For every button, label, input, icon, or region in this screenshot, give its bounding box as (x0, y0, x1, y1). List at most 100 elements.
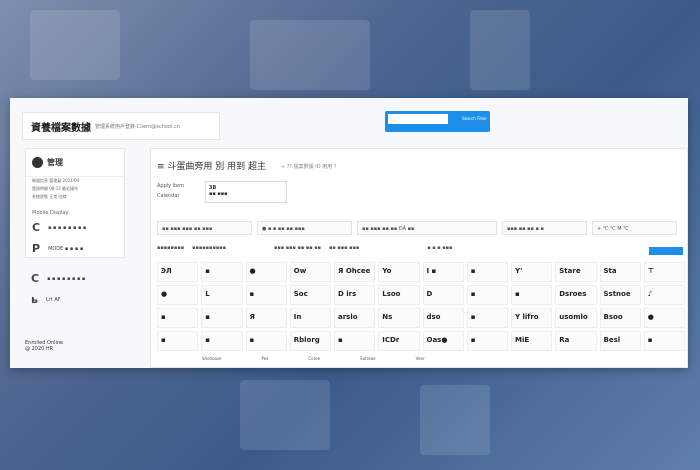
grid-cell[interactable]: ⊤ (643, 262, 685, 282)
grid-cell[interactable]: ● (157, 285, 199, 305)
background-tile (420, 385, 490, 455)
user-name: 管理 (47, 158, 63, 167)
grid-cell[interactable]: ICDr (378, 331, 420, 351)
footer-label[interactable]: Coroe (308, 356, 320, 361)
footer-label[interactable]: Sutreoe (360, 356, 376, 361)
grid-cell[interactable]: ▪ (245, 285, 287, 305)
page-subtitle: ≈ ?? 檔案數據 ID 用用 ? (281, 164, 337, 170)
grid-cell[interactable]: D irs (334, 285, 376, 305)
grid-cell[interactable]: ▪ (201, 308, 243, 328)
section-label: Mobile Display (32, 210, 69, 216)
grid-cell[interactable]: Y lifro (511, 308, 553, 328)
grid-cell[interactable]: ▪ (466, 308, 508, 328)
sidebar-item[interactable]: P MODE ▪ ▪ ▪ ▪ (26, 238, 124, 259)
search-input[interactable] (388, 114, 448, 124)
footer-label[interactable]: Shohoase (202, 356, 222, 361)
action-button[interactable] (649, 247, 683, 255)
grid-cell[interactable]: ▪ (201, 262, 243, 282)
info-card[interactable]: 3B ▪▪ ▪▪▪ (205, 181, 287, 203)
grid-cell[interactable]: ♪ (643, 285, 685, 305)
column-header[interactable]: ▪▪▪▪▪▪▪▪▪▪ (192, 245, 226, 251)
background-tile (30, 10, 120, 80)
item-label: MODE ▪ ▪ ▪ ▪ (48, 245, 84, 252)
filter-chip[interactable]: + ℃ ℃ M ℃ (592, 221, 677, 235)
grid-cell[interactable]: usomlo (555, 308, 597, 328)
grid-cell[interactable]: Y' (511, 262, 553, 282)
grid-cell[interactable]: ● (643, 308, 685, 328)
grid-cell[interactable]: ▪ (334, 331, 376, 351)
grid-cell[interactable]: L (201, 285, 243, 305)
item-icon: ь (31, 293, 38, 306)
sidebar-extra: C ▪ ▪ ▪ ▪ ▪ ▪ ▪ ▪ ь Lrt AF Enrolled Online… (25, 268, 125, 352)
background-tile (470, 10, 530, 90)
item-label: ▪ ▪ ▪ ▪ ▪ ▪ ▪ ▪ (48, 224, 87, 231)
filter-chip[interactable]: ▪▪▪ ▪▪ ▪▪ ▪ ▪ (502, 221, 587, 235)
filter-chip[interactable]: ● ▪ ▪ ▪▪ ▪▪ ▪▪▪ (257, 221, 352, 235)
grid-cell[interactable]: Rblorg (289, 331, 331, 351)
grid-cell[interactable]: Sstnoe (599, 285, 641, 305)
grid-cell[interactable]: Sta (599, 262, 641, 282)
app-tagline: 管理系統用戶登錄-Client@school.cn (95, 123, 180, 130)
grid-cell[interactable]: MiE (511, 331, 553, 351)
filter-chip[interactable]: ▪▪ ▪▪▪ ▪▪ ▪▪ ÐÃ ▪▪ (357, 221, 497, 235)
grid-cell[interactable]: ▪ (245, 331, 287, 351)
grid-cell[interactable]: ▪ (201, 331, 243, 351)
grid-cell[interactable]: arslo (334, 308, 376, 328)
grid-cell[interactable]: Ow (289, 262, 331, 282)
grid-cell[interactable]: ▪ (511, 285, 553, 305)
grid-cell[interactable]: D (422, 285, 464, 305)
grid-cell[interactable]: ϿЛ (157, 262, 199, 282)
grid-cell[interactable]: ▪ (157, 308, 199, 328)
info-line: 登錄時間 08:12 最近操作 (32, 186, 79, 191)
app-logo: 資養檔案數據 (31, 122, 91, 134)
grid-cell[interactable]: In (289, 308, 331, 328)
page-title: ≡ 斗蛋曲旁用 別 用到 超主 (157, 162, 266, 172)
main-content: ≡ 斗蛋曲旁用 別 用到 超主 ≈ ?? 檔案數據 ID 用用 ? Apply … (150, 148, 688, 368)
search-button[interactable]: Search Filter (462, 116, 487, 121)
item-icon: P (32, 242, 41, 255)
sidebar-item[interactable]: ь Lrt AF (25, 289, 125, 310)
grid-cell[interactable]: ▪ (643, 331, 685, 351)
grid-cell[interactable]: ▪ (466, 331, 508, 351)
item-label: Lrt AF (45, 296, 61, 303)
item-icon: C (31, 272, 40, 285)
grid-cell[interactable]: Я Ohcee (334, 262, 376, 282)
filter-chip[interactable]: ▪▪ ▪▪▪ ▪▪▪ ▪▪ ▪▪▪ (157, 221, 252, 235)
grid-cell[interactable]: Soc (289, 285, 331, 305)
column-header[interactable]: ▪▪▪▪▪▪▪▪ (157, 245, 184, 251)
column-header[interactable]: ▪ ▪ ▪ ▪▪▪ (427, 245, 452, 251)
card-label: Apply item (157, 183, 185, 189)
grid-footer: Shohoase Pes Coroe Sutreoe Veer (157, 356, 685, 361)
column-header[interactable]: ▪▪ ▪▪▪ ▪▪▪ (329, 245, 359, 251)
grid-cell[interactable]: Yo (378, 262, 420, 282)
item-icon: C (32, 221, 41, 234)
grid-cell[interactable]: Oas● (422, 331, 464, 351)
item-label: ▪ ▪ ▪ ▪ ▪ ▪ ▪ ▪ (47, 275, 86, 282)
grid-cell[interactable]: ● (245, 262, 287, 282)
card-sub: ▪▪ ▪▪▪ (209, 191, 228, 197)
grid-cell[interactable]: Besl (599, 331, 641, 351)
grid-cell[interactable]: Я (245, 308, 287, 328)
grid-cell[interactable]: Dsroes (555, 285, 597, 305)
grid-cell[interactable]: Stare (555, 262, 597, 282)
footer-label[interactable]: Pes (262, 356, 269, 361)
grid-cell[interactable]: Ns (378, 308, 420, 328)
app-window: 資養檔案數據 管理系統用戶登錄-Client@school.cn Search … (10, 98, 688, 368)
search-bar: Search Filter (385, 111, 490, 132)
grid-cell[interactable]: I ▪ (422, 262, 464, 282)
grid-cell[interactable]: ▪ (466, 285, 508, 305)
grid-cell[interactable]: Lsoo (378, 285, 420, 305)
grid-cell[interactable]: Bsoo (599, 308, 641, 328)
sidebar-item[interactable]: C ▪ ▪ ▪ ▪ ▪ ▪ ▪ ▪ (25, 268, 125, 289)
grid-cell[interactable]: ▪ (157, 331, 199, 351)
sidebar-item[interactable]: C ▪ ▪ ▪ ▪ ▪ ▪ ▪ ▪ (26, 217, 124, 238)
grid-cell[interactable]: ▪ (466, 262, 508, 282)
card-label: Calendar (157, 193, 180, 199)
sidebar-footer: @ 2020 HR (25, 346, 54, 352)
grid-cell[interactable]: Ra (555, 331, 597, 351)
column-header[interactable]: ▪▪▪ ▪▪▪ ▪▪ ▪▪ ▪▪ (274, 245, 321, 251)
grid-cell[interactable]: dso (422, 308, 464, 328)
footer-label[interactable]: Veer (416, 356, 425, 361)
background-tile (250, 20, 370, 90)
info-line: 系統狀態 正常 在線 (32, 194, 67, 199)
